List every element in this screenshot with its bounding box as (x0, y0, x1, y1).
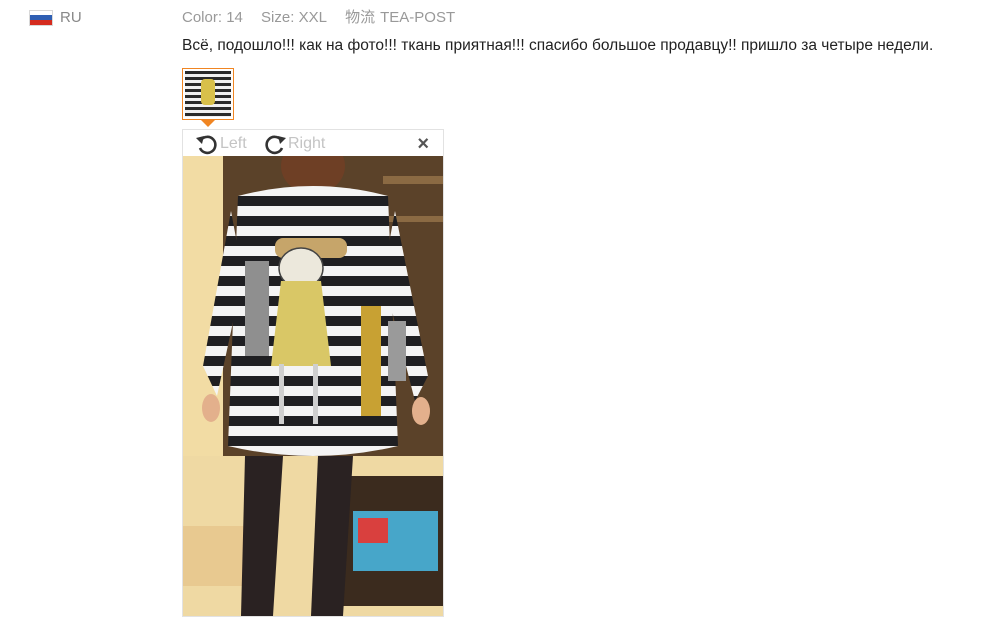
rotate-left-icon (196, 135, 217, 155)
order-info: Color: 14 Size: XXL 物流 TEA-POST (182, 6, 455, 27)
color-value: 14 (226, 9, 243, 26)
review-item: RU Color: 14 Size: XXL 物流 TEA-POST Всё, п… (0, 0, 1000, 623)
size-value: XXL (298, 9, 327, 26)
review-photo-thumbnail[interactable] (182, 68, 234, 120)
close-viewer-button[interactable]: × (417, 134, 429, 154)
color-label: Color: (182, 9, 223, 26)
logistics-label: 物流 (345, 9, 376, 26)
logistics-value: TEA-POST (380, 9, 456, 26)
review-photo-image (183, 156, 443, 616)
review-text: Всё, подошло!!! как на фото!!! ткань при… (182, 37, 934, 54)
buyer-info: RU (29, 9, 82, 26)
size-label: Size: (261, 9, 295, 26)
review-photo (183, 156, 443, 616)
thumbnail-pointer-icon (201, 120, 215, 127)
buyer-country: RU (60, 9, 82, 26)
russia-flag-icon (29, 9, 53, 26)
thumbnail-image (185, 71, 231, 117)
viewer-toolbar: Left Right × (183, 130, 443, 156)
rotate-left-button[interactable]: Left (195, 133, 247, 155)
rotate-right-button[interactable]: Right (263, 133, 325, 155)
photo-viewer: Left Right × (182, 129, 444, 617)
rotate-right-icon (265, 135, 286, 155)
rotate-right-label: Right (288, 135, 326, 152)
rotate-left-label: Left (220, 135, 247, 152)
